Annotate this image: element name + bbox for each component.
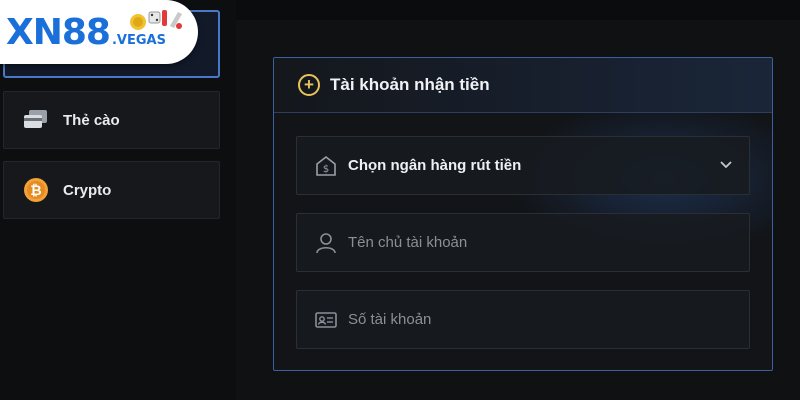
xn88-logo: XN88 .VEGAS	[0, 0, 198, 64]
panel-header: + Tài khoản nhận tiền	[274, 58, 772, 113]
bank-select-label: Chọn ngân hàng rút tiền	[348, 157, 522, 174]
account-number-field[interactable]	[296, 290, 750, 349]
account-name-input[interactable]	[348, 234, 728, 251]
withdraw-account-panel: + Tài khoản nhận tiền $ Chọn ngân hàng r…	[273, 57, 773, 371]
sidebar-item-the-cao[interactable]: Thẻ cào	[3, 91, 220, 149]
bitcoin-icon: ₿	[23, 177, 49, 203]
account-name-field[interactable]	[296, 213, 750, 272]
panel-title: Tài khoản nhận tiền	[330, 75, 490, 94]
sidebar-item-label: Thẻ cào	[63, 111, 120, 129]
id-card-icon	[314, 308, 338, 332]
logo-text: XN88	[6, 11, 111, 53]
logo-subtext: .VEGAS	[111, 32, 166, 48]
bank-select[interactable]: $ Chọn ngân hàng rút tiền	[296, 136, 750, 195]
account-number-input[interactable]	[348, 311, 728, 328]
svg-text:₿: ₿	[30, 183, 41, 199]
chevron-down-icon[interactable]	[719, 157, 733, 176]
logo-decoration-icon	[130, 10, 182, 30]
plus-circle-icon: +	[298, 74, 320, 96]
sidebar: Thẻ cào ₿ Crypto XN88 .VEGAS	[0, 0, 236, 400]
svg-text:$: $	[323, 164, 329, 175]
sidebar-item-crypto[interactable]: ₿ Crypto	[3, 161, 220, 219]
card-icon	[23, 107, 49, 133]
bank-icon: $	[314, 154, 338, 178]
user-icon	[314, 231, 338, 255]
sidebar-item-label: Crypto	[63, 181, 112, 199]
